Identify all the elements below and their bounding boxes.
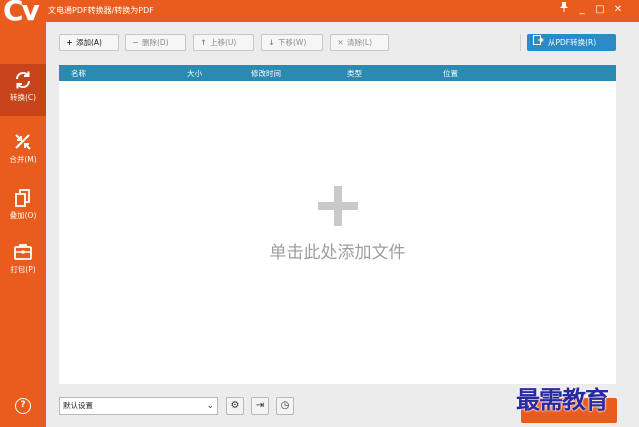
gear-icon: ⚙ [230,400,240,411]
close-button[interactable]: ✕ [610,2,626,18]
pdf-convert-icon [533,34,544,51]
help-button[interactable]: ? [15,398,31,414]
clock-icon: ◷ [280,400,290,411]
sidebar-item-label: 打包(P) [10,265,36,274]
file-table[interactable]: 名称 大小 修改时间 类型 位置 单击此处添加文件 [59,65,616,384]
minimize-button[interactable]: _ [574,2,590,18]
merge-icon [15,134,31,150]
sidebar: 转换(C) 合并(M) 叠加(O) 打包(P) ? [0,22,46,427]
pin-icon[interactable] [556,2,572,18]
toolbar-divider [520,34,521,51]
sidebar-item-label: 转换(C) [9,93,37,102]
sidebar-item-label: 叠加(O) [9,211,37,220]
delete-button[interactable]: − 删除(D) [125,34,186,51]
sidebar-item-package[interactable]: 打包(P) [0,236,46,288]
export-icon: ⇥ [255,400,265,411]
sidebar-item-label: 合并(M) [9,155,37,164]
history-button[interactable]: ◷ [276,397,294,415]
preset-select[interactable]: 默认设置 ⌄ [59,397,218,415]
column-location[interactable]: 位置 [443,68,458,79]
empty-hint[interactable]: 单击此处添加文件 [59,238,616,263]
sidebar-item-merge[interactable]: 合并(M) [0,126,46,178]
minus-icon: − [132,38,139,47]
maximize-button[interactable]: □ [592,2,608,18]
from-pdf-button[interactable]: 从PDF转换(R) [527,34,616,51]
plus-icon: + [66,38,73,47]
watermark: 最需教育 [516,385,609,414]
convert-icon [15,71,31,89]
sidebar-item-overlay[interactable]: 叠加(O) [0,182,46,234]
window-title: 文电通PDF转换器/转换为PDF [48,6,154,15]
column-name[interactable]: 名称 [71,68,86,79]
arrow-down-icon: ↓ [268,38,275,47]
title-bar: Cv 文电通PDF转换器/转换为PDF _ □ ✕ [0,0,639,22]
settings-button[interactable]: ⚙ [226,397,244,415]
package-icon [14,244,32,260]
overlay-icon [15,189,30,207]
export-button[interactable]: ⇥ [251,397,269,415]
app-logo: Cv [3,0,40,22]
arrow-up-icon: ↑ [200,38,207,47]
add-button[interactable]: + 添加(A) [59,34,119,51]
add-file-plus-icon[interactable] [318,186,358,226]
clear-icon: ✕ [337,38,344,47]
move-down-button[interactable]: ↓ 下移(W) [261,34,323,51]
column-type[interactable]: 类型 [347,68,362,79]
sidebar-item-convert[interactable]: 转换(C) [0,64,46,116]
column-modified[interactable]: 修改时间 [251,68,281,79]
move-up-button[interactable]: ↑ 上移(U) [193,34,254,51]
table-header: 名称 大小 修改时间 类型 位置 [59,65,616,81]
column-size[interactable]: 大小 [187,68,202,79]
chevron-down-icon: ⌄ [206,401,214,411]
clear-button[interactable]: ✕ 清除(L) [330,34,389,51]
